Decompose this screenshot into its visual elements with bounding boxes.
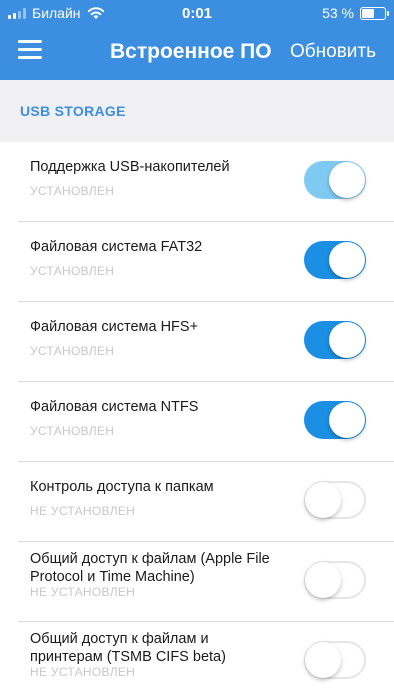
item-label: Общий доступ к файлам и принтерам (TSMB …	[30, 631, 226, 665]
status-right: 53 %	[322, 5, 389, 21]
item-status: НЕ УСТАНОВЛЕН	[30, 504, 136, 518]
battery-icon	[360, 6, 389, 20]
item-status: НЕ УСТАНОВЛЕН	[30, 665, 136, 679]
list-item: Файловая система HFS+ УСТАНОВЛЕН	[0, 302, 394, 382]
nav-bar: Встроенное ПО Обновить	[0, 26, 394, 80]
list-item: Файловая система NTFS УСТАНОВЛЕН	[0, 382, 394, 462]
battery-percent: 53 %	[322, 5, 354, 21]
list-item: Файловая система FAT32 УСТАНОВЛЕН	[0, 222, 394, 302]
toggle-switch[interactable]	[304, 161, 366, 199]
item-status: УСТАНОВЛЕН	[30, 424, 115, 438]
item-status: УСТАНОВЛЕН	[30, 184, 115, 198]
item-status: НЕ УСТАНОВЛЕН	[30, 585, 136, 599]
item-label: Общий доступ к файлам (Apple File Protoc…	[30, 551, 270, 585]
section-header: USB STORAGE	[0, 80, 394, 142]
toggle-switch[interactable]	[304, 481, 366, 519]
item-status: УСТАНОВЛЕН	[30, 344, 115, 358]
item-label: Поддержка USB-накопителей	[30, 159, 230, 175]
update-button[interactable]: Обновить	[290, 41, 376, 63]
component-list: Поддержка USB-накопителей УСТАНОВЛЕН Фай…	[0, 142, 394, 700]
toggle-switch[interactable]	[304, 641, 366, 679]
hamburger-menu-icon[interactable]	[18, 40, 44, 62]
toggle-switch[interactable]	[304, 561, 366, 599]
status-bar: Билайн 0:01 53 %	[0, 0, 394, 26]
app-header: Билайн 0:01 53 % Встроенное ПО Обновить	[0, 0, 394, 80]
item-status: УСТАНОВЛЕН	[30, 264, 115, 278]
item-label: Файловая система FAT32	[30, 239, 203, 255]
list-item: Общий доступ к файлам (Apple File Protoc…	[0, 542, 394, 622]
item-label: Файловая система NTFS	[30, 399, 199, 415]
list-item: Контроль доступа к папкам НЕ УСТАНОВЛЕН	[0, 462, 394, 542]
list-item: Поддержка USB-накопителей УСТАНОВЛЕН	[0, 142, 394, 222]
toggle-switch[interactable]	[304, 241, 366, 279]
toggle-switch[interactable]	[304, 401, 366, 439]
toggle-switch[interactable]	[304, 321, 366, 359]
item-label: Контроль доступа к папкам	[30, 479, 214, 495]
section-title: USB STORAGE	[20, 103, 126, 119]
item-label: Файловая система HFS+	[30, 319, 199, 335]
battery-fill	[362, 8, 374, 18]
page-title: Встроенное ПО	[110, 40, 272, 63]
list-item: Общий доступ к файлам и принтерам (TSMB …	[0, 622, 394, 700]
